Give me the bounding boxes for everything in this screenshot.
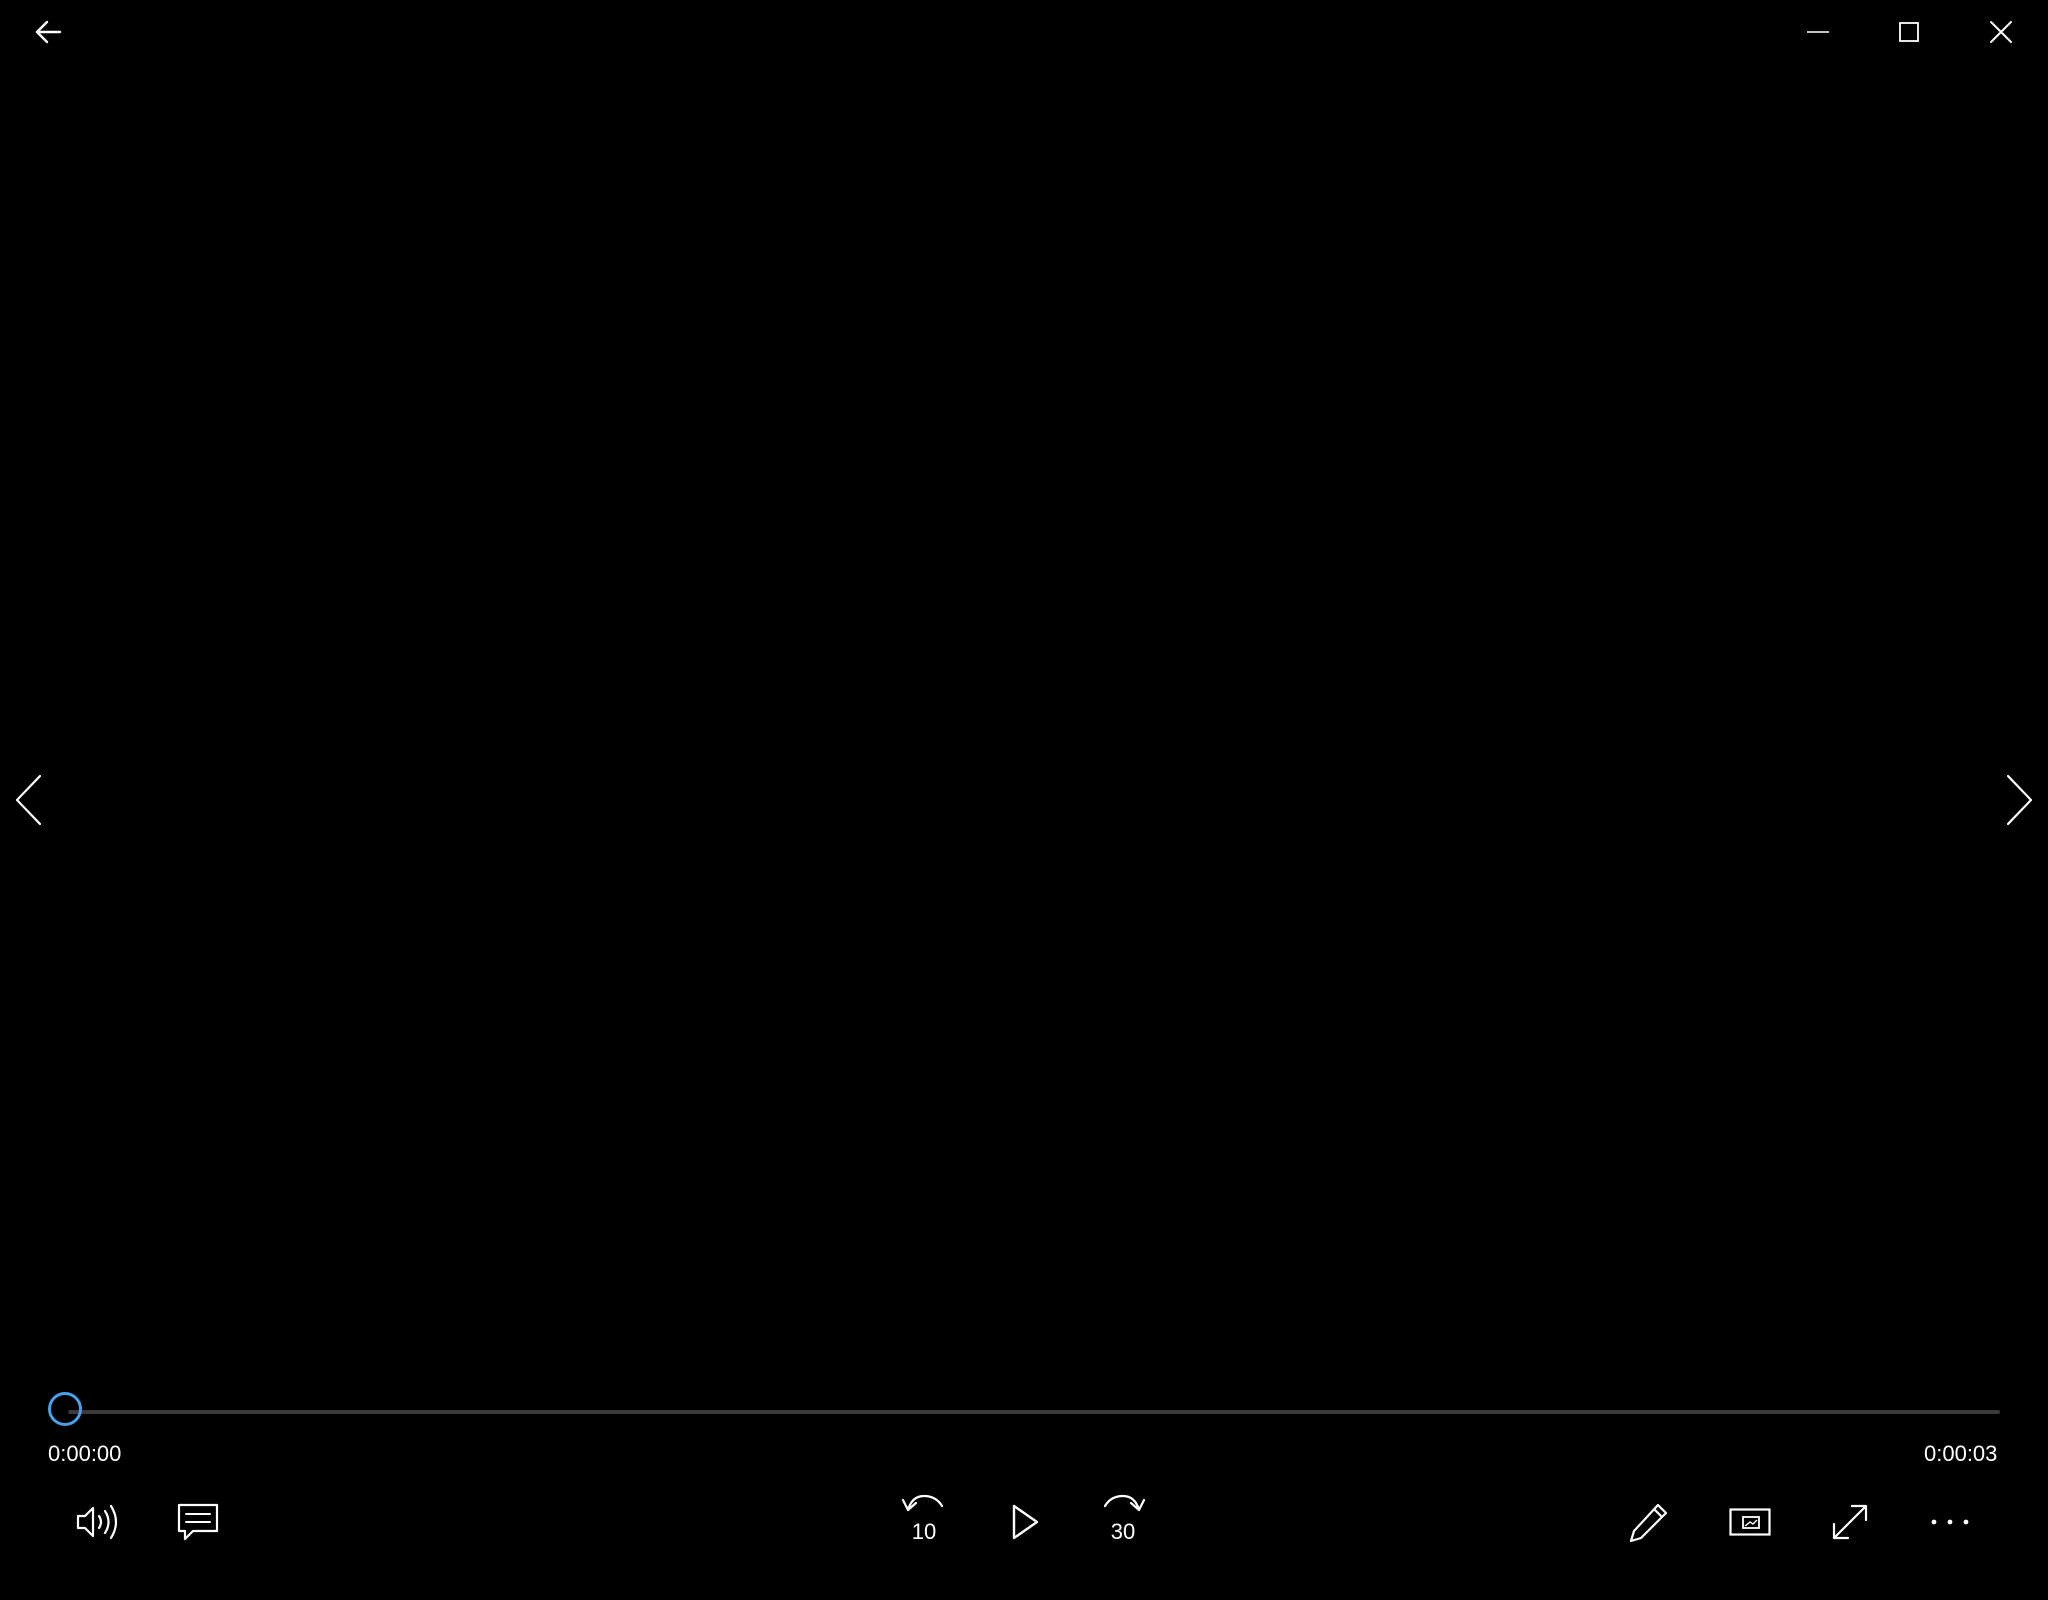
- skip-back-button[interactable]: 10: [892, 1492, 956, 1552]
- chevron-left-icon: [15, 774, 42, 826]
- previous-button[interactable]: [2, 760, 54, 840]
- fullscreen-icon: [1832, 1504, 1868, 1540]
- seek-bar[interactable]: [68, 1410, 2000, 1414]
- maximize-icon: [1899, 22, 1919, 42]
- edit-button[interactable]: [1617, 1492, 1681, 1552]
- total-time: 0:00:03: [1924, 1441, 1998, 1466]
- close-button[interactable]: [1969, 8, 2033, 56]
- arrow-left-icon: [35, 20, 62, 44]
- minimize-icon: [1807, 31, 1829, 33]
- rewind-icon: [901, 1494, 944, 1512]
- chevron-right-icon: [2006, 774, 2033, 826]
- next-button[interactable]: [1994, 760, 2046, 840]
- maximize-button[interactable]: [1877, 8, 1941, 56]
- skip-forward-seconds: 30: [1110, 1519, 1136, 1544]
- minimize-button[interactable]: [1786, 8, 1850, 56]
- captions-icon: [177, 1503, 219, 1541]
- fullscreen-button[interactable]: [1818, 1492, 1882, 1552]
- more-options-button[interactable]: [1918, 1492, 1982, 1552]
- pencil-icon: [1629, 1503, 1668, 1543]
- skip-forward-button[interactable]: 30: [1091, 1492, 1155, 1552]
- current-time: 0:00:00: [48, 1441, 122, 1466]
- captions-button[interactable]: [166, 1492, 230, 1552]
- mini-view-icon: [1729, 1508, 1771, 1536]
- volume-icon: [76, 1504, 118, 1540]
- seek-thumb[interactable]: [48, 1392, 82, 1426]
- volume-button[interactable]: [66, 1492, 130, 1552]
- back-button[interactable]: [16, 8, 80, 56]
- forward-icon: [1103, 1494, 1146, 1512]
- skip-back-seconds: 10: [911, 1519, 937, 1544]
- media-player-window: 0:00:00 0:00:03 10 30: [0, 0, 2048, 1600]
- play-icon: [1012, 1504, 1039, 1540]
- close-icon: [1990, 21, 2012, 43]
- more-icon: [1931, 1519, 1969, 1525]
- play-button[interactable]: [993, 1492, 1057, 1552]
- mini-view-button[interactable]: [1718, 1492, 1782, 1552]
